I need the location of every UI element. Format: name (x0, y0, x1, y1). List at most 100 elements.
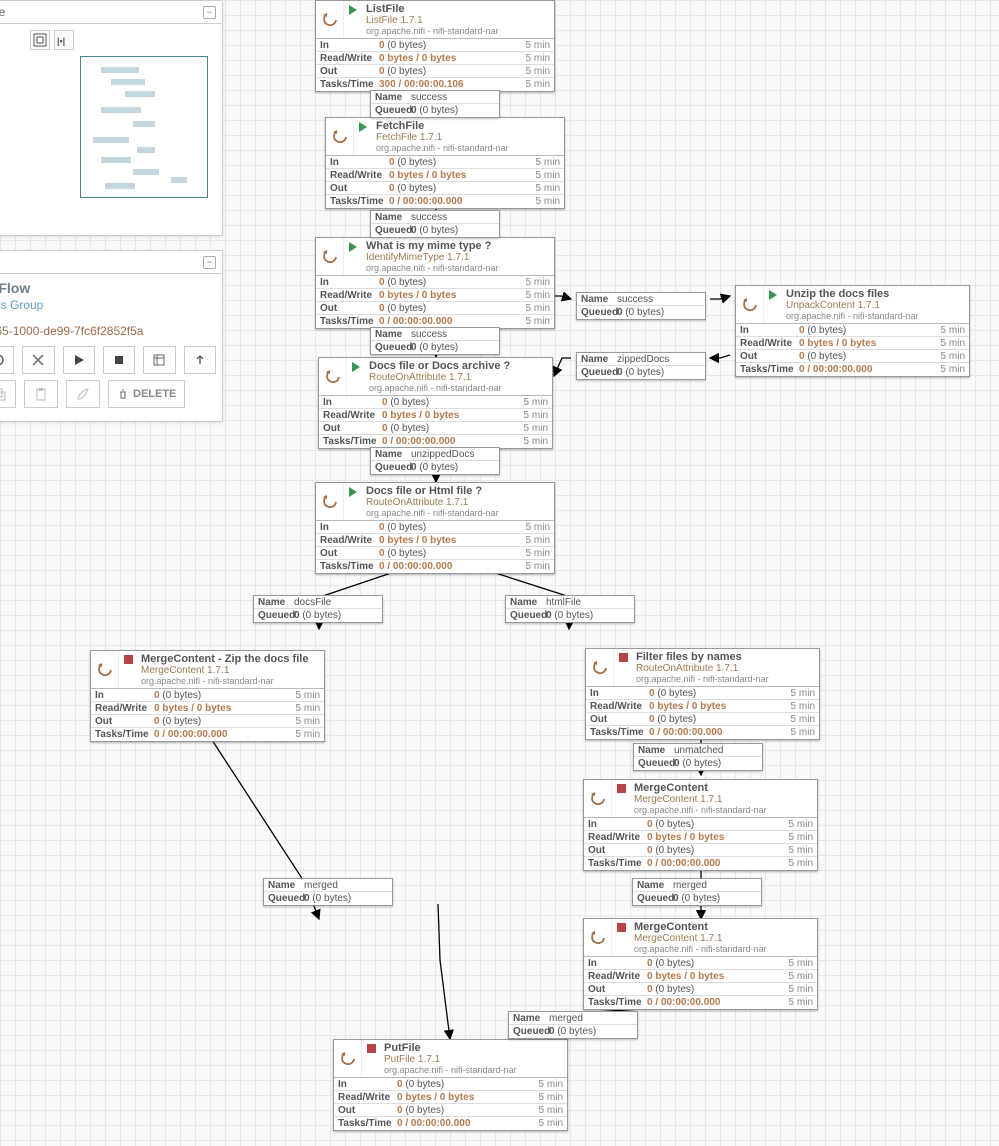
processor-fetchFile[interactable]: FetchFile FetchFile 1.7.1 org.apache.nif… (325, 117, 565, 209)
stop-button[interactable] (103, 346, 135, 374)
processor-type: PutFile 1.7.1 (384, 1054, 563, 1065)
processor-title: Docs file or Docs archive ? (369, 360, 548, 372)
processor-icon (316, 238, 344, 275)
minimap[interactable] (80, 56, 208, 198)
processor-title: MergeContent - Zip the docs file (141, 653, 320, 665)
template-button[interactable] (143, 346, 175, 374)
delete-button[interactable]: DELETE (108, 380, 185, 408)
processor-filter[interactable]: Filter files by names RouteOnAttribute 1… (585, 648, 820, 740)
connection-name: success (617, 294, 705, 305)
processor-state-icon (344, 238, 362, 275)
processor-putFile[interactable]: PutFile PutFile 1.7.1 org.apache.nifi - … (333, 1039, 568, 1131)
operate-panel: ate − Fi Flow cess Group 0165-1000-de99-… (0, 250, 223, 422)
connection-name: zippedDocs (617, 354, 705, 365)
processor-bundle: org.apache.nifi - nifi-standard-nar (366, 26, 550, 36)
processor-listFile[interactable]: ListFile ListFile 1.7.1 org.apache.nifi … (315, 0, 555, 92)
processor-title: FetchFile (376, 120, 560, 132)
processor-bundle: org.apache.nifi - nifi-standard-nar (634, 805, 813, 815)
connection-c3[interactable]: Namesuccess Queued0 (0 bytes) (370, 327, 500, 355)
connection-name: merged (673, 880, 761, 891)
connection-c6[interactable]: NameunzippedDocs Queued0 (0 bytes) (370, 447, 500, 475)
processor-icon (334, 1040, 362, 1077)
processor-type: RouteOnAttribute 1.7.1 (369, 372, 548, 383)
processor-title: Docs file or Html file ? (366, 485, 550, 497)
processor-bundle: org.apache.nifi - nifi-standard-nar (786, 311, 965, 321)
component-id: 0165-1000-de99-7fc6f2852f5a (0, 324, 216, 338)
connection-c10[interactable]: Namemerged Queued0 (0 bytes) (263, 878, 393, 906)
paste-button[interactable] (24, 380, 58, 408)
connection-name: success (411, 212, 499, 223)
processor-state-icon (354, 118, 372, 155)
connection-name: success (411, 329, 499, 340)
fit-icon[interactable] (30, 30, 50, 50)
processor-bundle: org.apache.nifi - nifi-standard-nar (636, 674, 815, 684)
processor-title: ListFile (366, 3, 550, 15)
connection-c5[interactable]: NamezippedDocs Queued0 (0 bytes) (576, 352, 706, 380)
connection-c8[interactable]: NamehtmlFile Queued0 (0 bytes) (505, 595, 635, 623)
flow-canvas[interactable]: gate − |•| ate − Fi Flow cess Group 0165… (0, 0, 999, 1146)
actual-size-icon[interactable]: |•| (54, 30, 74, 50)
connection-name: unmatched (674, 745, 762, 756)
connection-c11[interactable]: Namemerged Queued0 (0 bytes) (632, 878, 762, 906)
processor-state-icon (764, 286, 782, 323)
flow-name: Fi Flow (0, 280, 216, 296)
processor-state-icon (347, 358, 365, 395)
processor-unzip[interactable]: Unzip the docs files UnpackContent 1.7.1… (735, 285, 970, 377)
processor-icon (319, 358, 347, 395)
connection-c1[interactable]: Namesuccess Queued0 (0 bytes) (370, 90, 500, 118)
connection-c9[interactable]: Nameunmatched Queued0 (0 bytes) (633, 743, 763, 771)
processor-title: MergeContent (634, 782, 813, 794)
connection-name: docsFile (294, 597, 382, 608)
connection-c2[interactable]: Namesuccess Queued0 (0 bytes) (370, 210, 500, 238)
connection-c7[interactable]: NamedocsFile Queued0 (0 bytes) (253, 595, 383, 623)
copy-button[interactable] (0, 380, 16, 408)
navigate-panel: gate − |•| (0, 0, 223, 236)
configure-button[interactable] (0, 346, 14, 374)
processor-bundle: org.apache.nifi - nifi-standard-nar (634, 944, 813, 954)
processor-title: Filter files by names (636, 651, 815, 663)
processor-state-icon (344, 1, 362, 38)
processor-state-icon (612, 919, 630, 956)
processor-docsHtml[interactable]: Docs file or Html file ? RouteOnAttribut… (315, 482, 555, 574)
processor-docsArch[interactable]: Docs file or Docs archive ? RouteOnAttri… (318, 357, 553, 449)
processor-merge1[interactable]: MergeContent MergeContent 1.7.1 org.apac… (583, 779, 818, 871)
processor-icon (326, 118, 354, 155)
processor-type: UnpackContent 1.7.1 (786, 300, 965, 311)
upload-template-button[interactable] (184, 346, 216, 374)
collapse-icon[interactable]: − (203, 6, 216, 19)
processor-title: Unzip the docs files (786, 288, 965, 300)
processor-type: RouteOnAttribute 1.7.1 (366, 497, 550, 508)
processor-icon (316, 1, 344, 38)
processor-merge2[interactable]: MergeContent MergeContent 1.7.1 org.apac… (583, 918, 818, 1010)
processor-mergeZip[interactable]: MergeContent - Zip the docs file MergeCo… (90, 650, 325, 742)
process-group-label: cess Group (0, 298, 216, 312)
processor-state-icon (362, 1040, 380, 1077)
processor-type: RouteOnAttribute 1.7.1 (636, 663, 815, 674)
connection-c12[interactable]: Namemerged Queued0 (0 bytes) (508, 1011, 638, 1039)
processor-state-icon (344, 483, 362, 520)
processor-bundle: org.apache.nifi - nifi-standard-nar (141, 676, 320, 686)
processor-icon (584, 780, 612, 817)
connection-c4[interactable]: Namesuccess Queued0 (0 bytes) (576, 292, 706, 320)
processor-type: ListFile 1.7.1 (366, 15, 550, 26)
connection-name: success (411, 92, 499, 103)
connection-name: merged (304, 880, 392, 891)
collapse-icon[interactable]: − (203, 256, 216, 269)
processor-state-icon (614, 649, 632, 686)
processor-mime[interactable]: What is my mime type ? IdentifyMimeType … (315, 237, 555, 329)
processor-title: PutFile (384, 1042, 563, 1054)
start-button[interactable] (63, 346, 95, 374)
processor-bundle: org.apache.nifi - nifi-standard-nar (369, 383, 548, 393)
processor-icon (736, 286, 764, 323)
color-button[interactable] (66, 380, 100, 408)
svg-text:|•|: |•| (57, 36, 65, 46)
variables-button[interactable] (22, 346, 54, 374)
processor-icon (586, 649, 614, 686)
connection-name: unzippedDocs (411, 449, 499, 460)
processor-type: IdentifyMimeType 1.7.1 (366, 252, 550, 263)
processor-icon (91, 651, 119, 688)
connection-name: merged (549, 1013, 637, 1024)
connection-name: htmlFile (546, 597, 634, 608)
processor-bundle: org.apache.nifi - nifi-standard-nar (376, 143, 560, 153)
processor-title: What is my mime type ? (366, 240, 550, 252)
